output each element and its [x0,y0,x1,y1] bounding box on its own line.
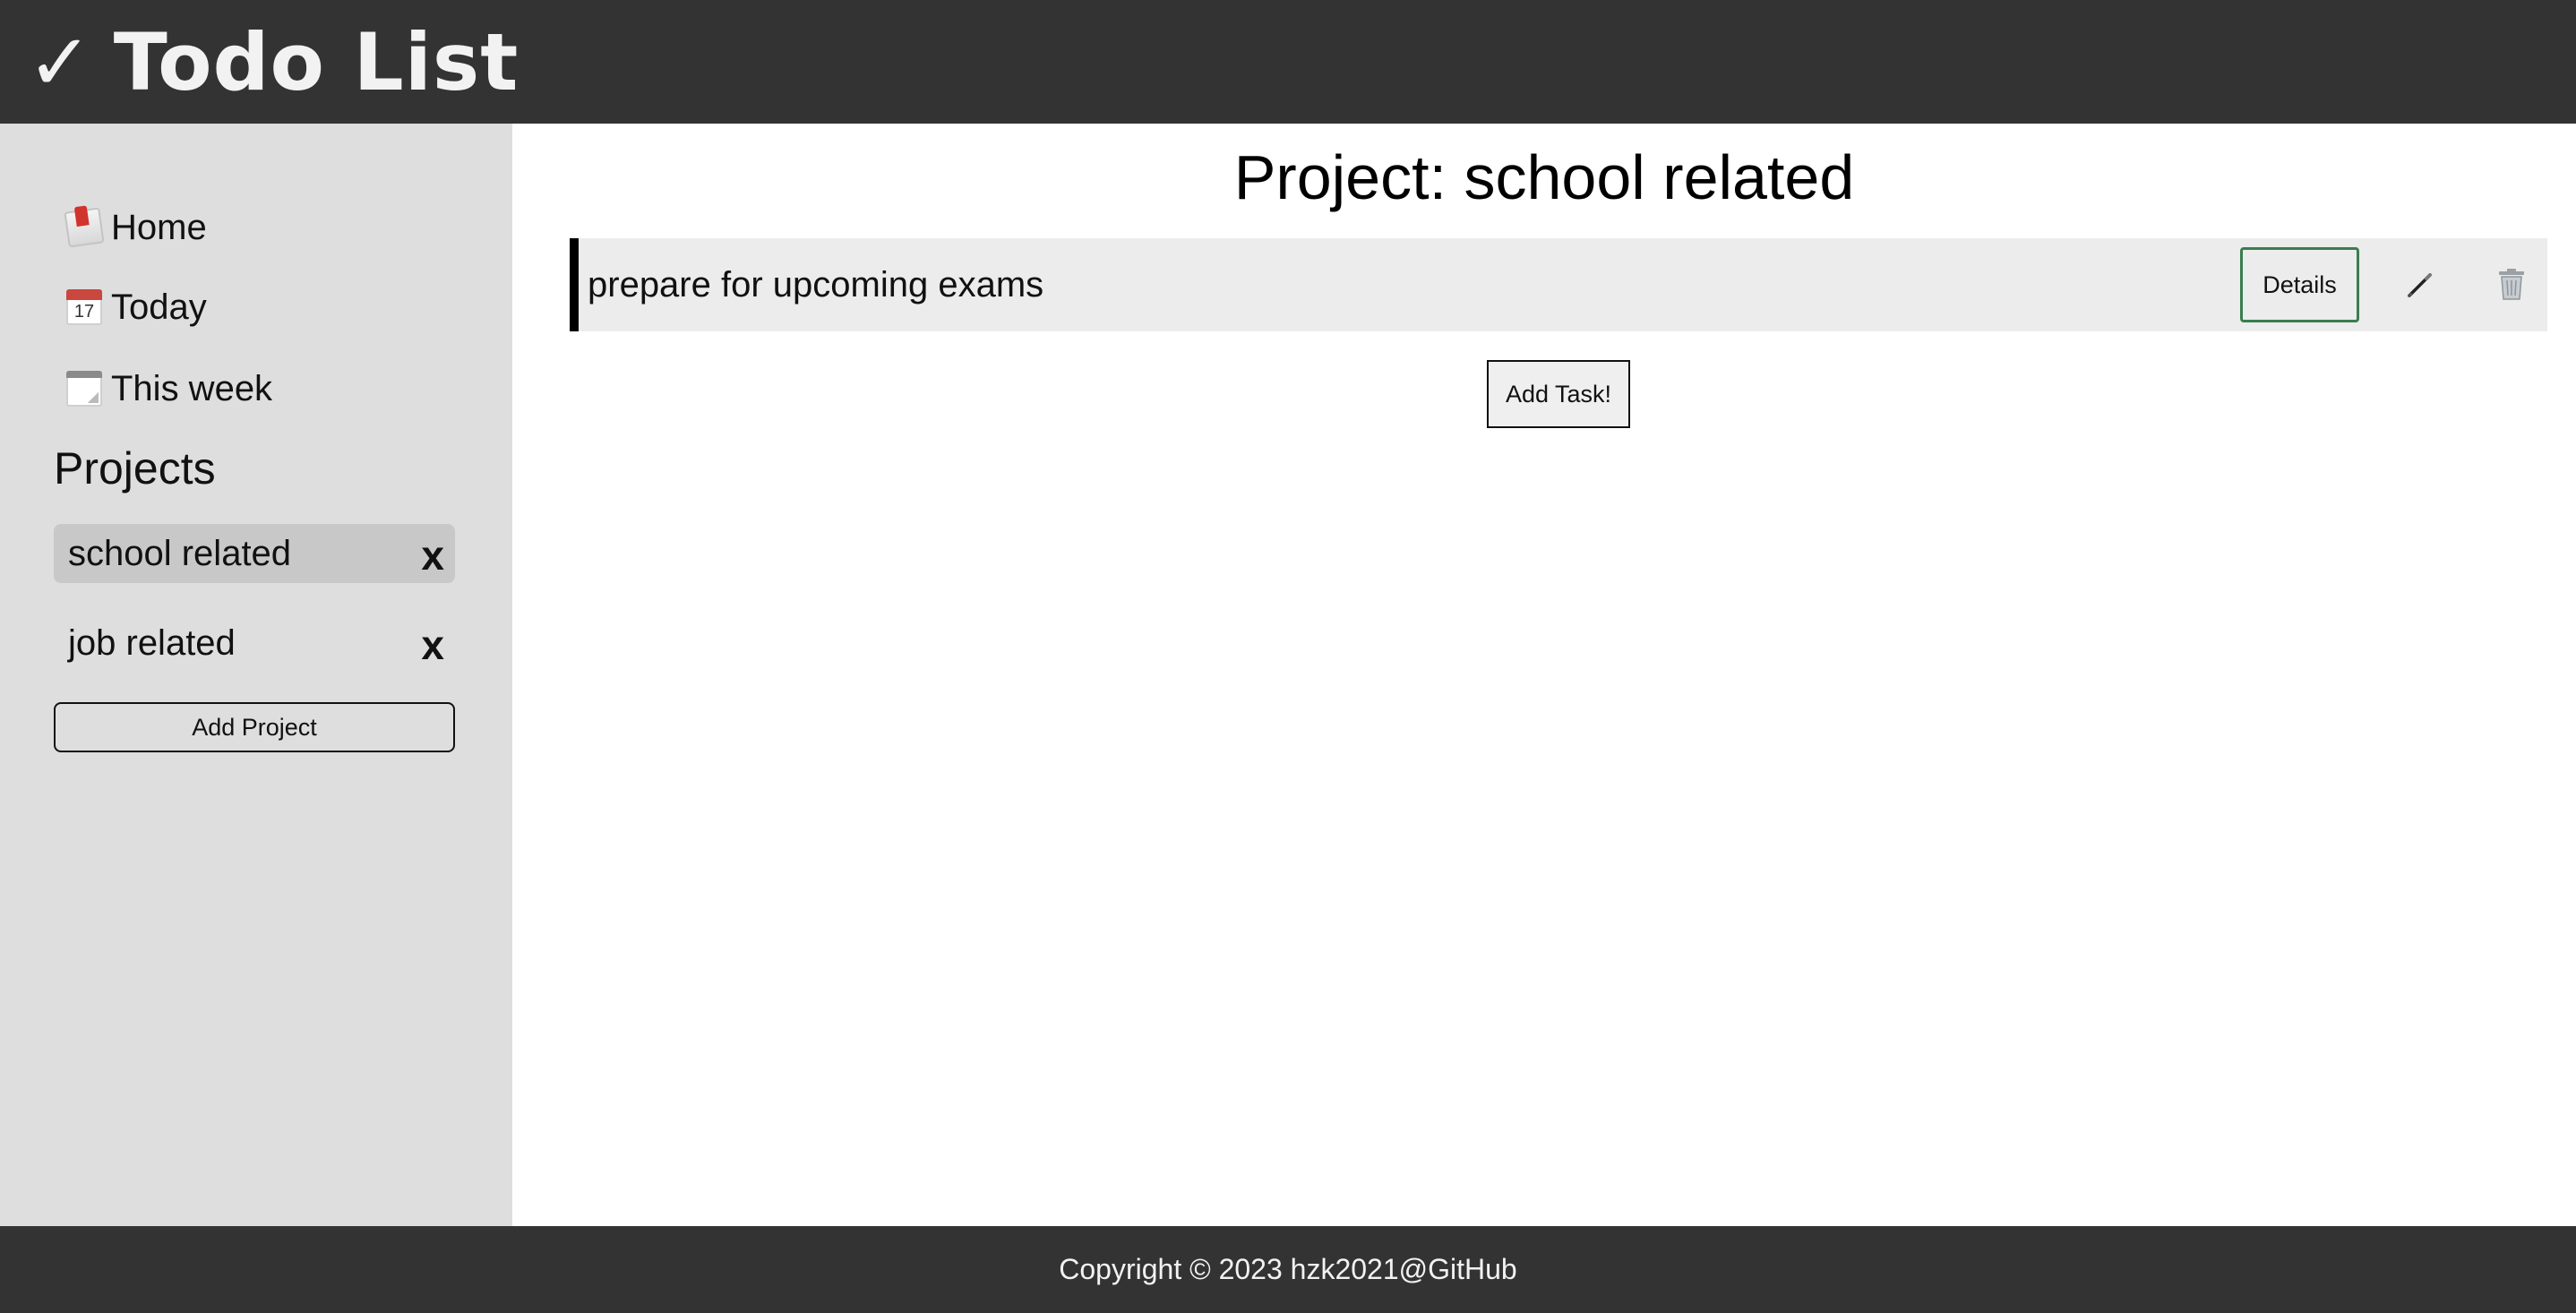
project-name: school related [68,533,292,573]
app-title: Todo List [113,15,519,108]
task-title: prepare for upcoming exams [588,264,1044,305]
page-footer: Copyright © 2023 hzk2021@GitHub [0,1226,2576,1313]
sidebar-item-today[interactable]: 17 Today [66,279,207,336]
delete-project-button[interactable]: x [421,531,444,579]
sidebar-item-label: Home [111,207,207,247]
projects-heading: Projects [54,443,216,493]
add-project-button[interactable]: Add Project [54,702,455,752]
details-button[interactable]: Details [2240,247,2359,322]
trash-icon[interactable] [2495,267,2528,303]
copyright-text: Copyright © 2023 hzk2021@GitHub [1059,1253,1517,1285]
project-item-school-related[interactable]: school related x [54,524,455,583]
checkmark-icon: ✓ [27,15,94,108]
sidebar-item-label: Today [111,287,207,327]
page-title: Project: school related [1233,142,1855,212]
todo-app: ✓ Todo List Home 17 Today This week Proj… [0,0,2576,1313]
sidebar-item-home[interactable]: Home [64,199,207,256]
delete-project-button[interactable]: x [421,621,444,669]
sidebar-item-label: This week [111,368,273,408]
spiral-calendar-icon [66,371,102,407]
calendar-icon-date: 17 [73,302,95,322]
project-name: job related [68,622,236,663]
mailbox-icon [64,207,105,248]
app-header: ✓ Todo List [0,0,2576,124]
project-item-job-related[interactable]: job related x [54,614,455,673]
pencil-icon[interactable] [2402,267,2438,303]
calendar-icon: 17 [66,289,102,325]
add-task-button[interactable]: Add Task! [1487,360,1630,428]
app-brand: ✓ Todo List [27,11,519,113]
task-row: prepare for upcoming exams Details [570,238,2547,331]
sidebar-item-this-week[interactable]: This week [66,360,272,417]
sidebar: Home 17 Today This week Projects school … [0,124,512,1226]
